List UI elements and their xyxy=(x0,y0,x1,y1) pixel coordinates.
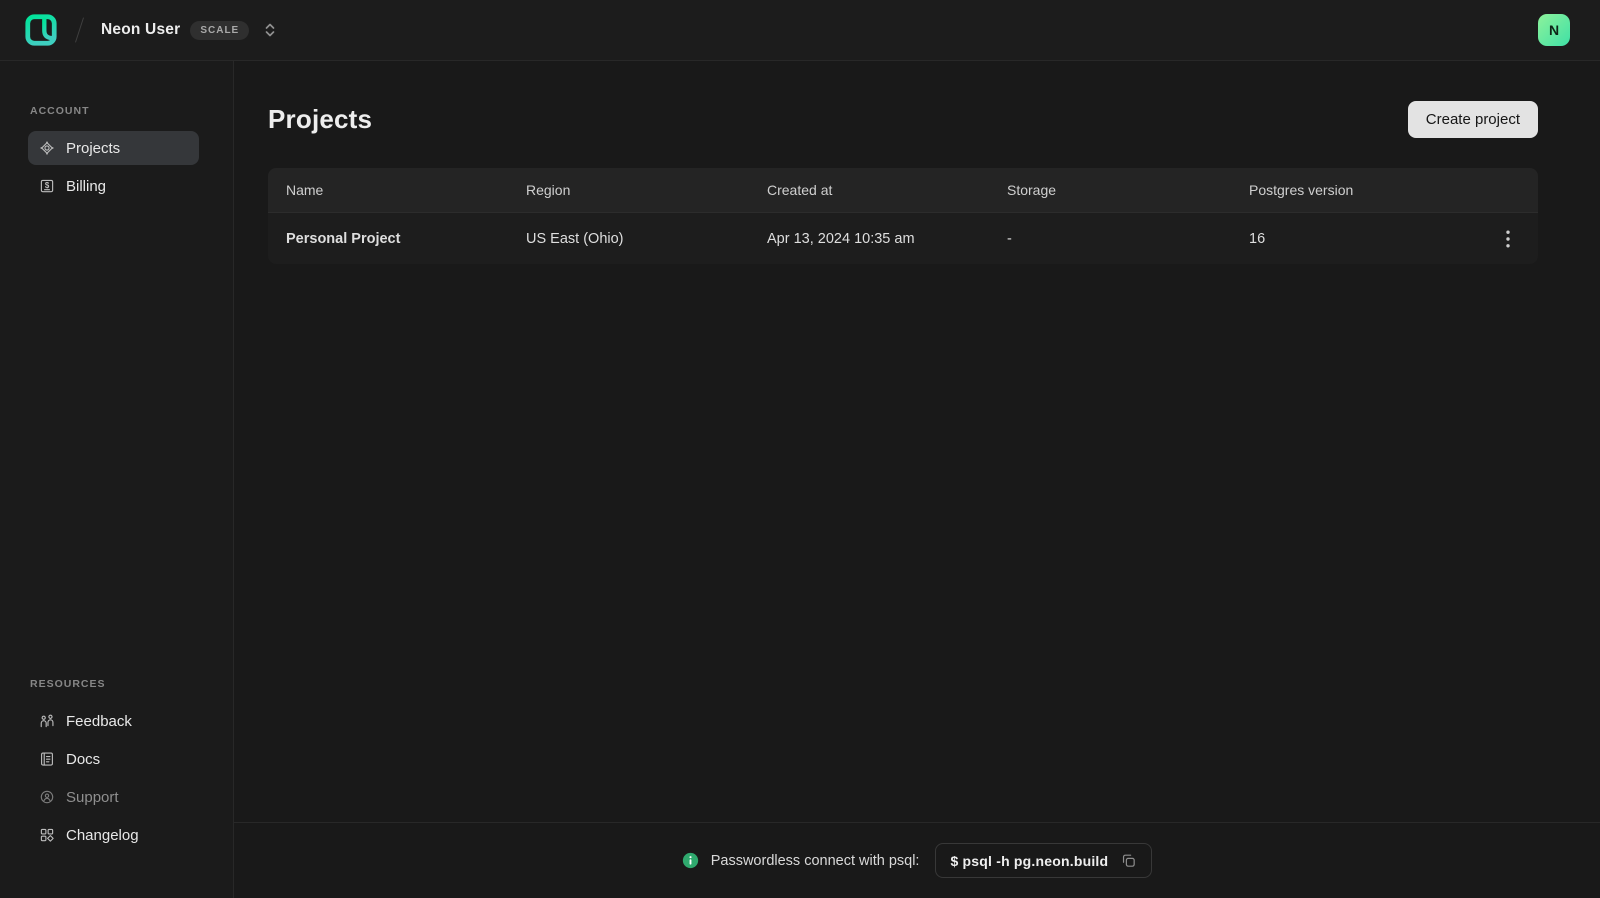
sidebar-section-resources: RESOURCES xyxy=(30,678,106,690)
column-header-name: Name xyxy=(286,182,324,198)
breadcrumb-slash xyxy=(75,17,84,43)
sidebar-item-billing[interactable]: $ Billing xyxy=(28,169,199,203)
projects-table: Name Region Created at Storage Postgres … xyxy=(268,168,1538,264)
chevron-up-down-icon xyxy=(263,22,277,38)
column-header-postgres-version: Postgres version xyxy=(1249,182,1354,198)
sidebar-item-docs[interactable]: Docs xyxy=(28,742,199,776)
column-header-storage: Storage xyxy=(1007,182,1057,198)
sidebar-item-label: Feedback xyxy=(66,712,132,730)
project-region: US East (Ohio) xyxy=(526,230,624,247)
org-switcher[interactable]: Neon User SCALE xyxy=(101,20,277,40)
project-created-at: Apr 13, 2024 10:35 am xyxy=(767,230,915,247)
support-icon xyxy=(38,788,56,806)
neon-logo-icon[interactable] xyxy=(24,13,58,47)
psql-command: $ psql -h pg.neon.build xyxy=(950,852,1109,869)
project-storage: - xyxy=(1007,230,1012,247)
sidebar-item-label: Billing xyxy=(66,177,107,195)
psql-command-box[interactable]: $ psql -h pg.neon.build xyxy=(935,843,1153,878)
row-actions-button[interactable] xyxy=(1494,225,1522,253)
changelog-icon xyxy=(38,826,56,844)
sidebar-item-feedback[interactable]: Feedback xyxy=(28,704,199,738)
main-content: Projects Create project Name Region Crea… xyxy=(234,61,1600,898)
projects-icon xyxy=(38,139,56,157)
sidebar-item-label: Changelog xyxy=(66,826,139,844)
billing-icon: $ xyxy=(38,177,56,195)
table-header-row: Name Region Created at Storage Postgres … xyxy=(268,168,1538,212)
page-title: Projects xyxy=(268,104,373,134)
sidebar-item-label: Projects xyxy=(66,139,121,157)
svg-text:$: $ xyxy=(45,181,50,190)
copy-icon xyxy=(1123,854,1136,867)
org-name: Neon User xyxy=(101,21,181,38)
sidebar-item-changelog[interactable]: Changelog xyxy=(28,818,199,852)
column-header-region: Region xyxy=(526,182,571,198)
sidebar: ACCOUNT Projects $ Billing RESOURCES Fee… xyxy=(0,61,234,898)
copy-button[interactable] xyxy=(1120,852,1137,869)
feedback-icon xyxy=(38,712,56,730)
docs-icon xyxy=(38,750,56,768)
sidebar-item-label: Docs xyxy=(66,750,101,768)
sidebar-item-projects[interactable]: Projects xyxy=(28,131,199,165)
info-icon xyxy=(682,852,699,869)
sidebar-item-label: Support xyxy=(66,788,119,806)
avatar[interactable]: N xyxy=(1538,14,1570,46)
topbar: Neon User SCALE N xyxy=(0,0,1600,61)
project-postgres-version: 16 xyxy=(1249,230,1266,247)
create-project-button[interactable]: Create project xyxy=(1407,101,1538,138)
kebab-menu-icon xyxy=(1506,230,1510,247)
column-header-created-at: Created at xyxy=(767,182,833,198)
sidebar-item-support[interactable]: Support xyxy=(28,780,199,814)
plan-badge: SCALE xyxy=(190,20,250,40)
project-name: Personal Project xyxy=(286,230,401,247)
table-row[interactable]: Personal Project US East (Ohio) Apr 13, … xyxy=(268,212,1538,264)
passwordless-connect-label: Passwordless connect with psql: xyxy=(710,852,920,869)
sidebar-section-account: ACCOUNT xyxy=(30,105,90,117)
footer-bar: Passwordless connect with psql: $ psql -… xyxy=(234,822,1600,898)
